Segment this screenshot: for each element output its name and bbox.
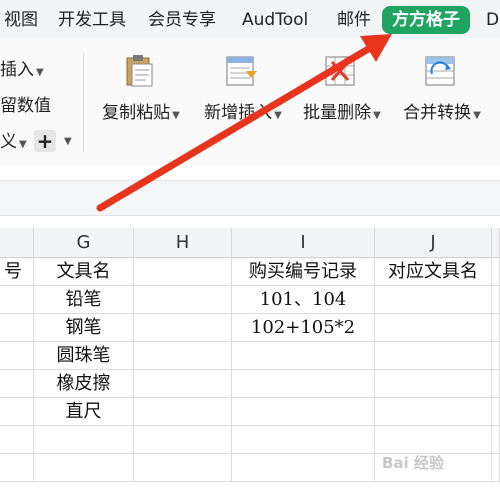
insert-partial-label: 插入 xyxy=(0,60,34,80)
cell-g-row-6[interactable]: 直尺 xyxy=(34,398,134,426)
cell-f-row-2[interactable] xyxy=(0,286,34,314)
insert-partial-button[interactable]: 插入 ▼ xyxy=(0,60,44,83)
cell-j-row-3[interactable] xyxy=(375,314,492,342)
keep-values-partial-label: 留数值 xyxy=(0,96,51,116)
cell-j-row-4[interactable] xyxy=(375,342,492,370)
cell-k-row-3[interactable] xyxy=(492,314,500,342)
cell-h-row-4[interactable] xyxy=(134,342,232,370)
cell-k-row-7[interactable] xyxy=(492,426,500,454)
watermark: Bai 经验 xyxy=(382,454,444,472)
plus-button[interactable]: + xyxy=(34,130,56,152)
cell-g-row-8[interactable] xyxy=(34,454,134,482)
cell-i-row-7[interactable] xyxy=(232,426,375,454)
cell-h-row-3[interactable] xyxy=(134,314,232,342)
cell-h-row-8[interactable] xyxy=(134,454,232,482)
cell-f-row-3[interactable] xyxy=(0,314,34,342)
cell-f-row-8[interactable] xyxy=(0,454,34,482)
chevron-down-icon: ▼ xyxy=(19,139,27,150)
tab-audtool[interactable]: AudTool xyxy=(242,10,308,30)
cell-i-row-2[interactable]: 101、104 xyxy=(232,286,375,314)
cell-i-row-6[interactable] xyxy=(232,398,375,426)
chevron-down-icon: ▼ xyxy=(373,110,381,121)
merge-convert-label: 合并转换 xyxy=(403,103,472,123)
cell-h-row-7[interactable] xyxy=(134,426,232,454)
cell-j-row-5[interactable] xyxy=(375,370,492,398)
tab-mail[interactable]: 邮件 xyxy=(337,10,371,30)
column-header-g[interactable]: G xyxy=(34,228,134,258)
cell-k-row-2[interactable] xyxy=(492,286,500,314)
cell-k-row-6[interactable] xyxy=(492,398,500,426)
column-header-h[interactable]: H xyxy=(134,228,232,258)
cell-i-row-3[interactable]: 102+105*2 xyxy=(232,314,375,342)
tab-di[interactable]: DI xyxy=(486,10,500,30)
cell-i-row-4[interactable] xyxy=(232,342,375,370)
add-insert-button[interactable]: 新增插入 ▼ xyxy=(194,54,292,124)
chevron-down-icon: ▼ xyxy=(36,67,44,78)
batch-delete-label: 批量删除 xyxy=(303,103,372,123)
column-header-j[interactable]: J xyxy=(375,228,492,258)
cell-g-row-5[interactable]: 橡皮擦 xyxy=(34,370,134,398)
chevron-down-icon: ▼ xyxy=(274,110,282,121)
column-header-i[interactable]: I xyxy=(232,228,375,258)
tab-view[interactable]: 视图 xyxy=(4,10,38,30)
custom-partial-button[interactable]: 义 ▼ xyxy=(0,132,27,155)
custom-partial-label: 义 xyxy=(0,132,17,152)
cell-f-row-5[interactable] xyxy=(0,370,34,398)
cell-h-row-2[interactable] xyxy=(134,286,232,314)
tab-member[interactable]: 会员专享 xyxy=(148,10,216,30)
cell-f-row-1[interactable]: 号 xyxy=(0,258,34,286)
merge-convert-icon xyxy=(425,56,455,86)
cell-k-row-1[interactable] xyxy=(492,258,500,286)
copy-paste-button[interactable]: 复制粘贴 ▼ xyxy=(92,54,190,124)
plus-icon: + xyxy=(36,129,54,153)
cell-i-row-1[interactable]: 购买编号记录 xyxy=(232,258,375,286)
cell-g-row-4[interactable]: 圆珠笔 xyxy=(34,342,134,370)
cell-g-row-2[interactable]: 铅笔 xyxy=(34,286,134,314)
ribbon-spacer xyxy=(0,166,500,180)
cell-k-row-5[interactable] xyxy=(492,370,500,398)
cell-j-row-6[interactable] xyxy=(375,398,492,426)
chevron-down-icon: ▼ xyxy=(473,110,481,121)
cell-f-row-6[interactable] xyxy=(0,398,34,426)
cell-j-row-7[interactable] xyxy=(375,426,492,454)
cell-i-row-5[interactable] xyxy=(232,370,375,398)
column-header-f[interactable] xyxy=(0,228,34,258)
cell-h-row-5[interactable] xyxy=(134,370,232,398)
formula-bar[interactable] xyxy=(0,180,500,216)
column-header-k[interactable] xyxy=(492,228,500,258)
cell-h-row-1[interactable] xyxy=(134,258,232,286)
chevron-down-icon[interactable]: ▼ xyxy=(64,136,72,147)
tab-fangfang-gezi[interactable]: 方方格子 xyxy=(382,6,470,34)
merge-convert-button[interactable]: 合并转换 ▼ xyxy=(393,54,491,124)
cell-k-row-4[interactable] xyxy=(492,342,500,370)
copy-paste-label: 复制粘贴 xyxy=(102,103,171,123)
cell-g-row-7[interactable] xyxy=(34,426,134,454)
cell-j-row-2[interactable] xyxy=(375,286,492,314)
chevron-down-icon: ▼ xyxy=(172,110,180,121)
keep-values-partial-button[interactable]: 留数值 xyxy=(0,96,51,116)
insert-icon xyxy=(226,56,257,86)
cell-f-row-4[interactable] xyxy=(0,342,34,370)
ribbon-divider xyxy=(83,52,84,152)
cell-k-row-8[interactable] xyxy=(492,454,500,482)
paste-icon xyxy=(126,55,153,87)
cell-g-row-3[interactable]: 钢笔 xyxy=(34,314,134,342)
tab-developer-tools[interactable]: 开发工具 xyxy=(58,10,126,30)
cell-h-row-6[interactable] xyxy=(134,398,232,426)
batch-delete-button[interactable]: 批量删除 ▼ xyxy=(293,54,391,124)
cell-g-row-1[interactable]: 文具名 xyxy=(34,258,134,286)
delete-icon xyxy=(325,56,355,86)
cell-i-row-8[interactable] xyxy=(232,454,375,482)
ribbon: 插入 ▼ 留数值 义 ▼ + ▼ 复制粘贴 ▼ 新增插入 ▼ 批量删除 ▼ 合并… xyxy=(0,38,500,166)
add-insert-label: 新增插入 xyxy=(204,103,273,123)
cell-j-row-1[interactable]: 对应文具名 xyxy=(375,258,492,286)
cell-f-row-7[interactable] xyxy=(0,426,34,454)
menu-tab-bar: 视图 开发工具 会员专享 AudTool 邮件 方方格子 DI xyxy=(0,0,500,38)
